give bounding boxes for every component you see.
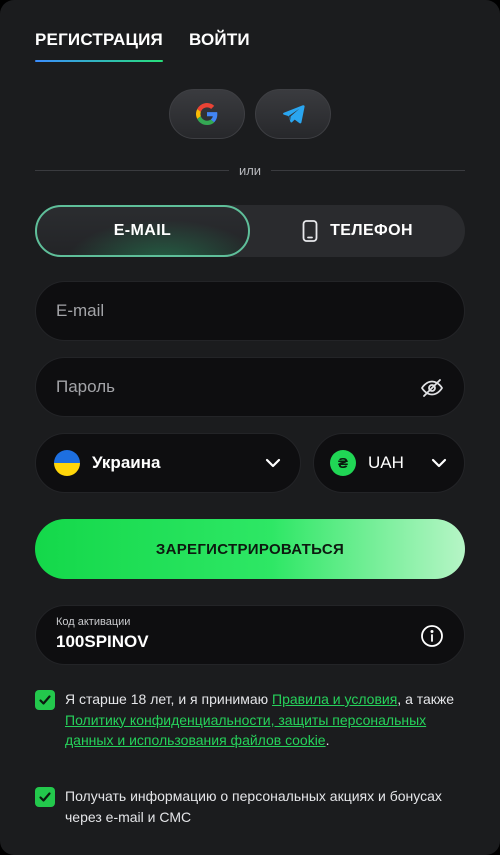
toggle-phone[interactable]: ТЕЛЕФОН: [250, 205, 465, 257]
phone-icon: [302, 220, 318, 242]
country-value: Украина: [92, 453, 161, 472]
currency-select[interactable]: ₴ UAH: [313, 433, 465, 493]
marketing-checkbox[interactable]: [35, 787, 55, 807]
or-text: или: [238, 162, 262, 178]
promo-code-label: Код активации: [56, 616, 131, 628]
social-login: [169, 89, 331, 139]
terms-text-mid: , а также: [397, 691, 455, 707]
chevron-down-icon: [431, 458, 447, 468]
check-icon: [39, 792, 51, 802]
tab-login[interactable]: ВОЙТИ: [189, 30, 250, 62]
terms-text-pre: Я старше 18 лет, и я принимаю: [65, 691, 273, 707]
marketing-text: Получать информацию о персональных акция…: [65, 788, 442, 825]
tab-register[interactable]: РЕГИСТРАЦИЯ: [35, 30, 163, 62]
method-toggle: E-MAIL ТЕЛЕФОН: [35, 205, 465, 257]
marketing-consent: Получать информацию о персональных акция…: [35, 786, 455, 827]
promo-code-input[interactable]: [56, 632, 396, 652]
hryvnia-icon: ₴: [330, 450, 356, 476]
divider-line-left: [35, 169, 229, 171]
eye-off-icon[interactable]: [420, 376, 444, 400]
toggle-email-label: E-MAIL: [113, 222, 172, 239]
privacy-link[interactable]: Политику конфиденциальности, защиты перс…: [65, 712, 426, 749]
terms-text-end: .: [325, 732, 330, 748]
registration-panel: РЕГИСТРАЦИЯ ВОЙТИ или E-MAIL ТЕЛЕФОН E-m…: [0, 0, 500, 855]
auth-tabs: РЕГИСТРАЦИЯ ВОЙТИ: [35, 30, 250, 62]
terms-checkbox[interactable]: [35, 690, 55, 710]
telegram-login-button[interactable]: [255, 89, 331, 139]
telegram-icon: [283, 105, 305, 124]
password-field: [35, 357, 465, 417]
register-button[interactable]: ЗАРЕГИСТРИРОВАТЬСЯ: [35, 519, 465, 579]
toggle-phone-label: ТЕЛЕФОН: [330, 222, 413, 239]
promo-code-field: Код активации: [35, 605, 465, 665]
google-icon: [196, 103, 218, 125]
email-field: [35, 281, 465, 341]
or-divider: или: [35, 162, 466, 178]
currency-value: UAH: [368, 453, 404, 472]
chevron-down-icon: [265, 458, 281, 468]
email-input[interactable]: [56, 301, 444, 321]
check-icon: [39, 695, 51, 705]
terms-consent: Я старше 18 лет, и я принимаю Правила и …: [35, 689, 455, 751]
terms-link[interactable]: Правила и условия: [272, 691, 397, 707]
ukraine-flag-icon: [54, 450, 80, 476]
info-icon[interactable]: [420, 624, 444, 648]
google-login-button[interactable]: [169, 89, 245, 139]
terms-text: Я старше 18 лет, и я принимаю Правила и …: [65, 689, 455, 751]
password-input[interactable]: [56, 377, 444, 397]
divider-line-right: [271, 169, 466, 171]
toggle-email[interactable]: E-MAIL: [35, 205, 250, 257]
currency-symbol: ₴: [337, 454, 348, 472]
country-select[interactable]: Украина: [35, 433, 301, 493]
